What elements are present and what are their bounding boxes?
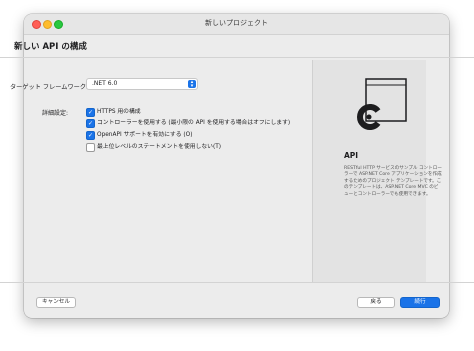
framework-value: .NET 6.0	[92, 80, 118, 87]
framework-label: ターゲット フレームワーク:	[10, 84, 89, 91]
select-chevron-icon: ▴ ▾	[188, 80, 196, 89]
continue-button[interactable]: 続行	[400, 297, 440, 308]
template-name: API	[344, 151, 359, 160]
template-description: RESTful HTTP サービスのサンプル コントローラーで ASP.NET …	[344, 166, 442, 197]
window-title: 新しいプロジェクト	[205, 19, 268, 27]
openapi-checkbox[interactable]: ✓	[86, 131, 95, 140]
back-button[interactable]: 戻る	[357, 297, 395, 308]
top-level-statements-label: 最上位レベルのステートメントを使用しない(T)	[97, 144, 222, 150]
api-template-icon	[357, 78, 407, 130]
controllers-label: コントローラーを使用する (最小限の API を使用する場合はオフにします)	[97, 120, 291, 126]
title-bar: 新しいプロジェクト	[24, 14, 449, 35]
framework-select[interactable]: .NET 6.0 ▴ ▾	[86, 78, 198, 90]
header-divider	[0, 57, 474, 58]
cancel-button[interactable]: キャンセル	[36, 297, 76, 308]
advanced-settings-label: 詳細設定:	[42, 110, 69, 117]
openapi-label: OpenAPI サポートを有効にする (O)	[97, 132, 193, 138]
controllers-checkbox[interactable]: ✓	[86, 119, 95, 128]
https-label: HTTPS 用の構成	[97, 109, 141, 115]
https-checkbox[interactable]: ✓	[86, 108, 95, 117]
page-title: 新しい API の構成	[14, 42, 87, 52]
top-level-statements-checkbox[interactable]	[86, 143, 95, 152]
footer-divider	[0, 282, 474, 283]
